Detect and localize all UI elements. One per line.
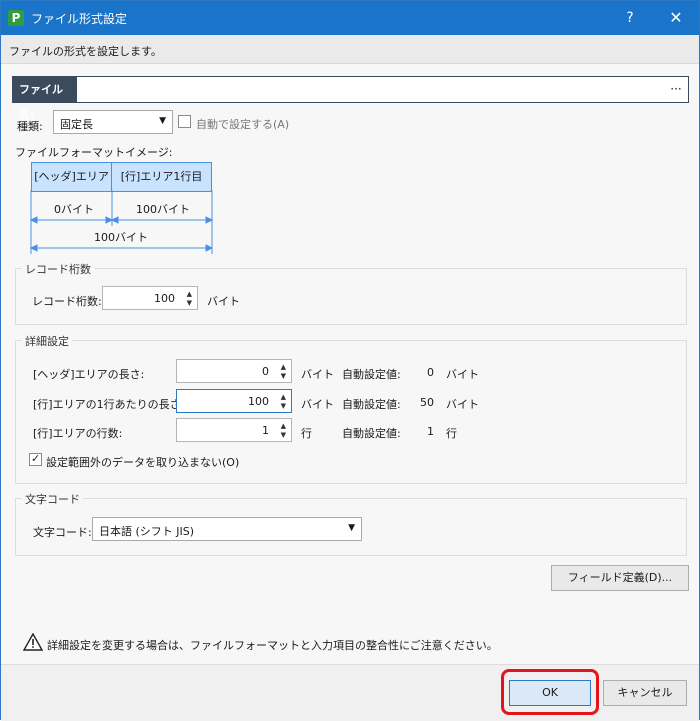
- header-length-unit: バイト: [301, 368, 334, 381]
- exclude-out-of-range-checkbox[interactable]: [29, 452, 42, 466]
- row-count-auto-unit: 行: [446, 427, 457, 440]
- subheader-text: ファイルの形式を設定します。: [9, 45, 162, 58]
- row-area-cell: [行]エリア1行目: [112, 163, 211, 191]
- spin-down-icon[interactable]: ▼: [187, 299, 192, 307]
- row-auto-label: 自動設定値:: [342, 398, 401, 411]
- header-area-cell: [ヘッダ]エリア: [32, 163, 113, 191]
- dialog-footer: OK キャンセル: [1, 664, 699, 721]
- record-length-value: 100: [154, 292, 175, 305]
- exclude-out-of-range-label[interactable]: 設定範囲外のデータを取り込まない(O): [46, 454, 239, 470]
- header-auto-value: 0: [427, 366, 434, 379]
- ok-button[interactable]: OK: [509, 680, 591, 706]
- field-definition-button[interactable]: フィールド定義(D)...: [551, 565, 689, 591]
- auto-set-label[interactable]: 自動で設定する(A): [196, 116, 289, 132]
- content-area: ファイル名: ··· 種類: 固定長 ▼ 自動で設定する(A) ファイルフォーマ…: [1, 64, 699, 664]
- filename-row: ファイル名: ···: [12, 76, 689, 121]
- row-count-auto-label: 自動設定値:: [342, 427, 401, 440]
- charset-combo[interactable]: 日本語 (シフト JIS) ▼: [92, 517, 362, 541]
- chevron-down-icon: ▼: [159, 116, 166, 126]
- row-count-label: [行]エリアの行数:: [33, 427, 123, 440]
- row-count-auto-value: 1: [427, 425, 434, 438]
- record-length-unit: バイト: [207, 295, 240, 308]
- type-combo-value: 固定長: [60, 118, 93, 131]
- charset-group-title: 文字コード: [22, 491, 83, 507]
- title-bar[interactable]: P ファイル形式設定 ? ✕: [1, 1, 699, 35]
- header-length-spinner[interactable]: 0 ▲ ▼: [176, 359, 292, 383]
- chevron-down-icon: ▼: [348, 523, 355, 533]
- header-auto-unit: バイト: [446, 368, 479, 381]
- close-button[interactable]: ✕: [661, 6, 691, 30]
- details-group: 詳細設定 [ヘッダ]エリアの長さ: 0 ▲ ▼ バイト 自動設定値: 0 バイト…: [15, 333, 687, 484]
- row-auto-unit: バイト: [446, 398, 479, 411]
- format-image-table: [ヘッダ]エリア [行]エリア1行目: [31, 162, 212, 192]
- spin-up-icon[interactable]: ▲: [281, 422, 286, 430]
- row-length-value: 100: [248, 395, 269, 408]
- row-length-unit: バイト: [301, 398, 334, 411]
- spin-up-icon[interactable]: ▲: [281, 363, 286, 371]
- header-auto-label: 自動設定値:: [342, 368, 401, 381]
- auto-set-checkbox[interactable]: [178, 115, 191, 128]
- window-title: ファイル形式設定: [31, 12, 128, 26]
- format-image-label: ファイルフォーマットイメージ:: [15, 146, 173, 159]
- charset-group: 文字コード 文字コード: 日本語 (シフト JIS) ▼: [15, 491, 687, 556]
- filename-label: ファイル名:: [13, 77, 77, 121]
- row-length-spinner[interactable]: 100 ▲ ▼: [176, 389, 292, 413]
- help-button[interactable]: ?: [615, 6, 645, 30]
- browse-button[interactable]: ···: [668, 79, 684, 100]
- total-bytes-label: 100バイト: [94, 231, 148, 244]
- cancel-button[interactable]: キャンセル: [603, 680, 687, 706]
- spin-down-icon[interactable]: ▼: [281, 431, 286, 439]
- spin-up-icon[interactable]: ▲: [187, 290, 192, 298]
- record-length-label: レコード桁数:: [32, 295, 102, 308]
- warning-icon: [23, 633, 43, 651]
- spin-down-icon[interactable]: ▼: [281, 402, 286, 410]
- details-group-title: 詳細設定: [22, 333, 72, 349]
- row-bytes-label: 100バイト: [136, 203, 190, 216]
- spin-down-icon[interactable]: ▼: [281, 372, 286, 380]
- row-count-spinner[interactable]: 1 ▲ ▼: [176, 418, 292, 442]
- record-group-title: レコード桁数: [22, 261, 94, 277]
- subheader: ファイルの形式を設定します。: [1, 35, 699, 64]
- header-length-label: [ヘッダ]エリアの長さ:: [33, 368, 145, 381]
- type-label: 種類:: [17, 120, 43, 133]
- spin-up-icon[interactable]: ▲: [281, 393, 286, 401]
- header-bytes-label: 0バイト: [54, 203, 94, 216]
- row-auto-value: 50: [420, 396, 434, 409]
- charset-combo-value: 日本語 (シフト JIS): [99, 525, 195, 538]
- row-count-unit: 行: [301, 427, 312, 440]
- row-length-label: [行]エリアの1行あたりの長さ:: [33, 398, 185, 411]
- type-combo[interactable]: 固定長 ▼: [53, 110, 173, 134]
- record-length-spinner[interactable]: 100 ▲ ▼: [102, 286, 198, 310]
- warning-text: 詳細設定を変更する場合は、ファイルフォーマットと入力項目の整合性にご注意ください…: [47, 639, 498, 652]
- app-icon: P: [8, 10, 24, 26]
- row-count-value: 1: [262, 424, 269, 437]
- header-length-value: 0: [262, 365, 269, 378]
- charset-label: 文字コード:: [33, 526, 92, 539]
- file-format-dialog: P ファイル形式設定 ? ✕ ファイルの形式を設定します。 ファイル名: ···…: [0, 0, 700, 721]
- record-group: レコード桁数 レコード桁数: 100 ▲ ▼ バイト: [15, 261, 687, 325]
- filename-input[interactable]: [79, 79, 659, 100]
